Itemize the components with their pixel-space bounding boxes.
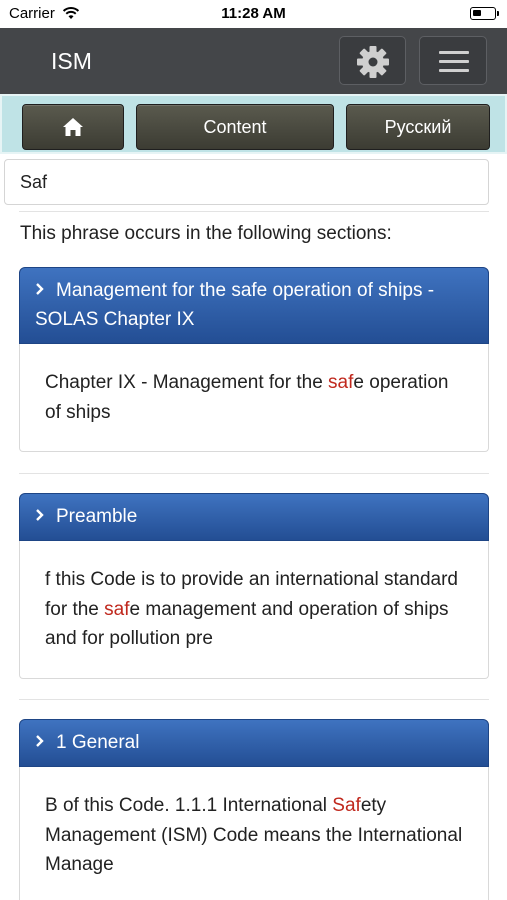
language-button[interactable]: Русский	[346, 104, 490, 150]
search-input[interactable]	[20, 172, 470, 193]
search-box	[4, 159, 489, 205]
settings-button[interactable]	[339, 36, 406, 85]
result-title: 1 General	[56, 732, 140, 753]
status-bar: Carrier 11:28 AM	[0, 0, 507, 28]
result-header[interactable]: 1 General	[19, 719, 489, 767]
divider	[19, 699, 489, 700]
chevron-right-icon	[36, 283, 44, 295]
hamburger-icon	[439, 51, 469, 73]
chevron-right-icon	[36, 509, 44, 521]
app-title: ISM	[51, 48, 92, 74]
divider	[19, 211, 489, 212]
result-title: Preamble	[56, 506, 138, 527]
content-button[interactable]: Content	[136, 104, 334, 150]
chevron-right-icon	[36, 735, 44, 747]
result-card: 1 General B of this Code. 1.1.1 Internat…	[19, 719, 489, 900]
home-button[interactable]	[22, 104, 124, 150]
toolbar: Content Русский	[0, 94, 507, 154]
result-title: Management for the safe operation of shi…	[35, 280, 435, 330]
menu-button[interactable]	[419, 36, 487, 85]
result-excerpt: B of this Code. 1.1.1 International Safe…	[19, 767, 489, 900]
home-icon	[63, 118, 83, 136]
result-header[interactable]: Management for the safe operation of shi…	[19, 267, 489, 344]
match-highlight: Saf	[332, 795, 361, 816]
result-card: Preamble f this Code is to provide an in…	[19, 493, 489, 679]
match-highlight: saf	[104, 598, 130, 620]
results-intro: This phrase occurs in the following sect…	[20, 223, 392, 244]
battery-level	[473, 10, 481, 16]
result-card: Management for the safe operation of shi…	[19, 267, 489, 452]
result-header[interactable]: Preamble	[19, 493, 489, 541]
battery-icon	[470, 7, 496, 20]
clock: 11:28 AM	[221, 5, 286, 22]
result-excerpt: f this Code is to provide an internation…	[19, 541, 489, 679]
divider	[19, 473, 489, 474]
gear-icon	[357, 46, 389, 78]
result-excerpt: Chapter IX - Management for the safe ope…	[19, 344, 489, 452]
navbar: ISM	[0, 28, 507, 94]
match-highlight: saf	[328, 372, 354, 393]
battery-cap	[497, 11, 499, 16]
